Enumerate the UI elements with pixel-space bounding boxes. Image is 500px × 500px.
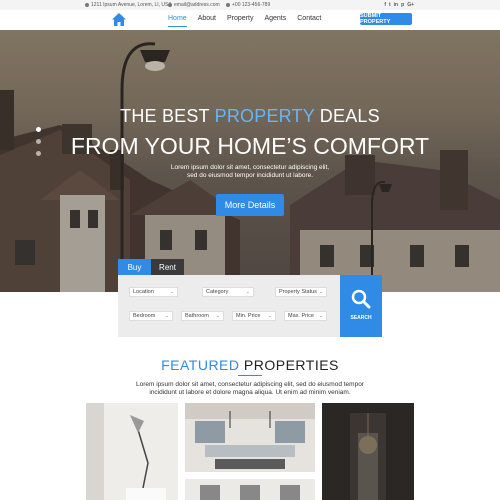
featured-title-rest: PROPERTIES [239,357,339,373]
featured-underline [238,375,262,376]
address-text: 1211 Ipsum Avenue, Lorem, LI, USA [91,2,172,8]
email-text[interactable]: email@address.com [174,2,220,8]
property-status-select[interactable]: Property Status ⌄ [275,287,327,297]
min-price-select[interactable]: Min. Price ⌄ [232,311,276,321]
max-price-select[interactable]: Max. Price ⌄ [284,311,327,321]
min-price-select-label: Min. Price [236,313,261,319]
pinterest-icon[interactable]: p [401,2,404,8]
location-icon [85,3,89,7]
property-image-2 [185,403,315,472]
hero-overlay [0,30,500,292]
top-info-bar: 1211 Ipsum Avenue, Lorem, LI, USA email@… [0,0,500,10]
nav-item-about[interactable]: About [198,15,216,26]
property-image-1 [86,403,178,500]
chevron-down-icon: ⌄ [164,313,169,319]
slider-dot-1[interactable] [36,127,41,132]
twitter-icon[interactable]: t [389,2,391,8]
max-price-select-label: Max. Price [288,313,314,319]
search-panel: Location ⌄ Category ⌄ Property Status ⌄ Bed… [118,275,340,337]
location-select[interactable]: Location ⌄ [129,287,178,297]
bathroom-select-label: Bathroom [185,313,209,319]
featured-title: FEATURED PROPERTIES [0,357,500,373]
bedroom-select-label: Bedroom [133,313,156,319]
nav-item-agents[interactable]: Agents [264,15,286,26]
tab-rent[interactable]: Rent [151,259,184,275]
home-icon[interactable] [112,13,126,26]
phone-icon [226,3,230,7]
hero-headline: THE BEST PROPERTY DEALS [0,106,500,127]
featured-title-highlight: FEATURED [161,357,240,373]
hero-description-line2: sed do eiusmod tempor incididunt ut labo… [186,172,314,179]
linkedin-icon[interactable]: in [394,2,398,8]
property-image-4 [185,479,315,500]
search-button[interactable]: SEARCH [340,275,382,337]
tab-buy[interactable]: Buy [118,259,151,275]
location-select-label: Location [133,289,154,295]
chevron-down-icon: ⌄ [267,313,272,319]
submit-property-button[interactable]: SUBMIT PROPERTY [360,13,412,25]
search-button-label: SEARCH [350,315,372,321]
search-icon [351,289,371,309]
property-card-1[interactable] [86,403,178,500]
category-select-label: Category [206,289,229,295]
chevron-down-icon: ⌄ [318,313,323,319]
phone-info: +00 123-456-789 [226,2,270,8]
category-select[interactable]: Category ⌄ [202,287,254,297]
property-card-4[interactable] [185,479,315,500]
featured-description-line2: incididunt ut labore et dolore magna ali… [149,388,351,396]
bedroom-select[interactable]: Bedroom ⌄ [129,311,173,321]
phone-text: +00 123-456-789 [232,2,271,8]
chevron-down-icon: ⌄ [169,289,174,295]
hero-subheadline: FROM YOUR HOME’S COMFORT [70,133,430,159]
email-info[interactable]: email@address.com [168,2,220,8]
more-details-button[interactable]: More Details [216,194,284,216]
chevron-down-icon: ⌄ [215,313,220,319]
property-image-3 [322,403,414,500]
main-navbar: Home About Property Agents Contact SUBMI… [0,10,500,30]
nav-links: Home About Property Agents Contact [168,15,321,27]
search-tabs: Buy Rent [118,259,184,275]
headline-post: DEALS [314,106,380,126]
hero-description: Lorem ipsum dolor sit amet, consectetur … [150,164,350,180]
property-card-2[interactable] [185,403,315,472]
facebook-icon[interactable]: f [384,2,386,8]
nav-item-contact[interactable]: Contact [297,15,321,26]
property-status-select-label: Property Status [279,289,317,295]
social-links: f t in p G+ [384,2,414,8]
envelope-icon [168,3,172,7]
nav-item-home[interactable]: Home [168,15,187,27]
property-card-3[interactable] [322,403,414,500]
hero-banner: THE BEST PROPERTY DEALS FROM YOUR HOME’S… [0,30,500,292]
google-plus-icon[interactable]: G+ [407,2,414,8]
headline-highlight: PROPERTY [214,106,315,126]
hero-description-line1: Lorem ipsum dolor sit amet, consectetur … [170,164,330,171]
headline-pre: THE BEST [120,106,215,126]
bathroom-select[interactable]: Bathroom ⌄ [181,311,224,321]
chevron-down-icon: ⌄ [318,289,323,295]
chevron-down-icon: ⌄ [245,289,250,295]
featured-description: Lorem ipsum dolor sit amet, consectetur … [130,381,370,396]
featured-description-line1: Lorem ipsum dolor sit amet, consectetur … [136,381,364,388]
address-info: 1211 Ipsum Avenue, Lorem, LI, USA [85,2,172,8]
nav-item-property[interactable]: Property [227,15,253,26]
